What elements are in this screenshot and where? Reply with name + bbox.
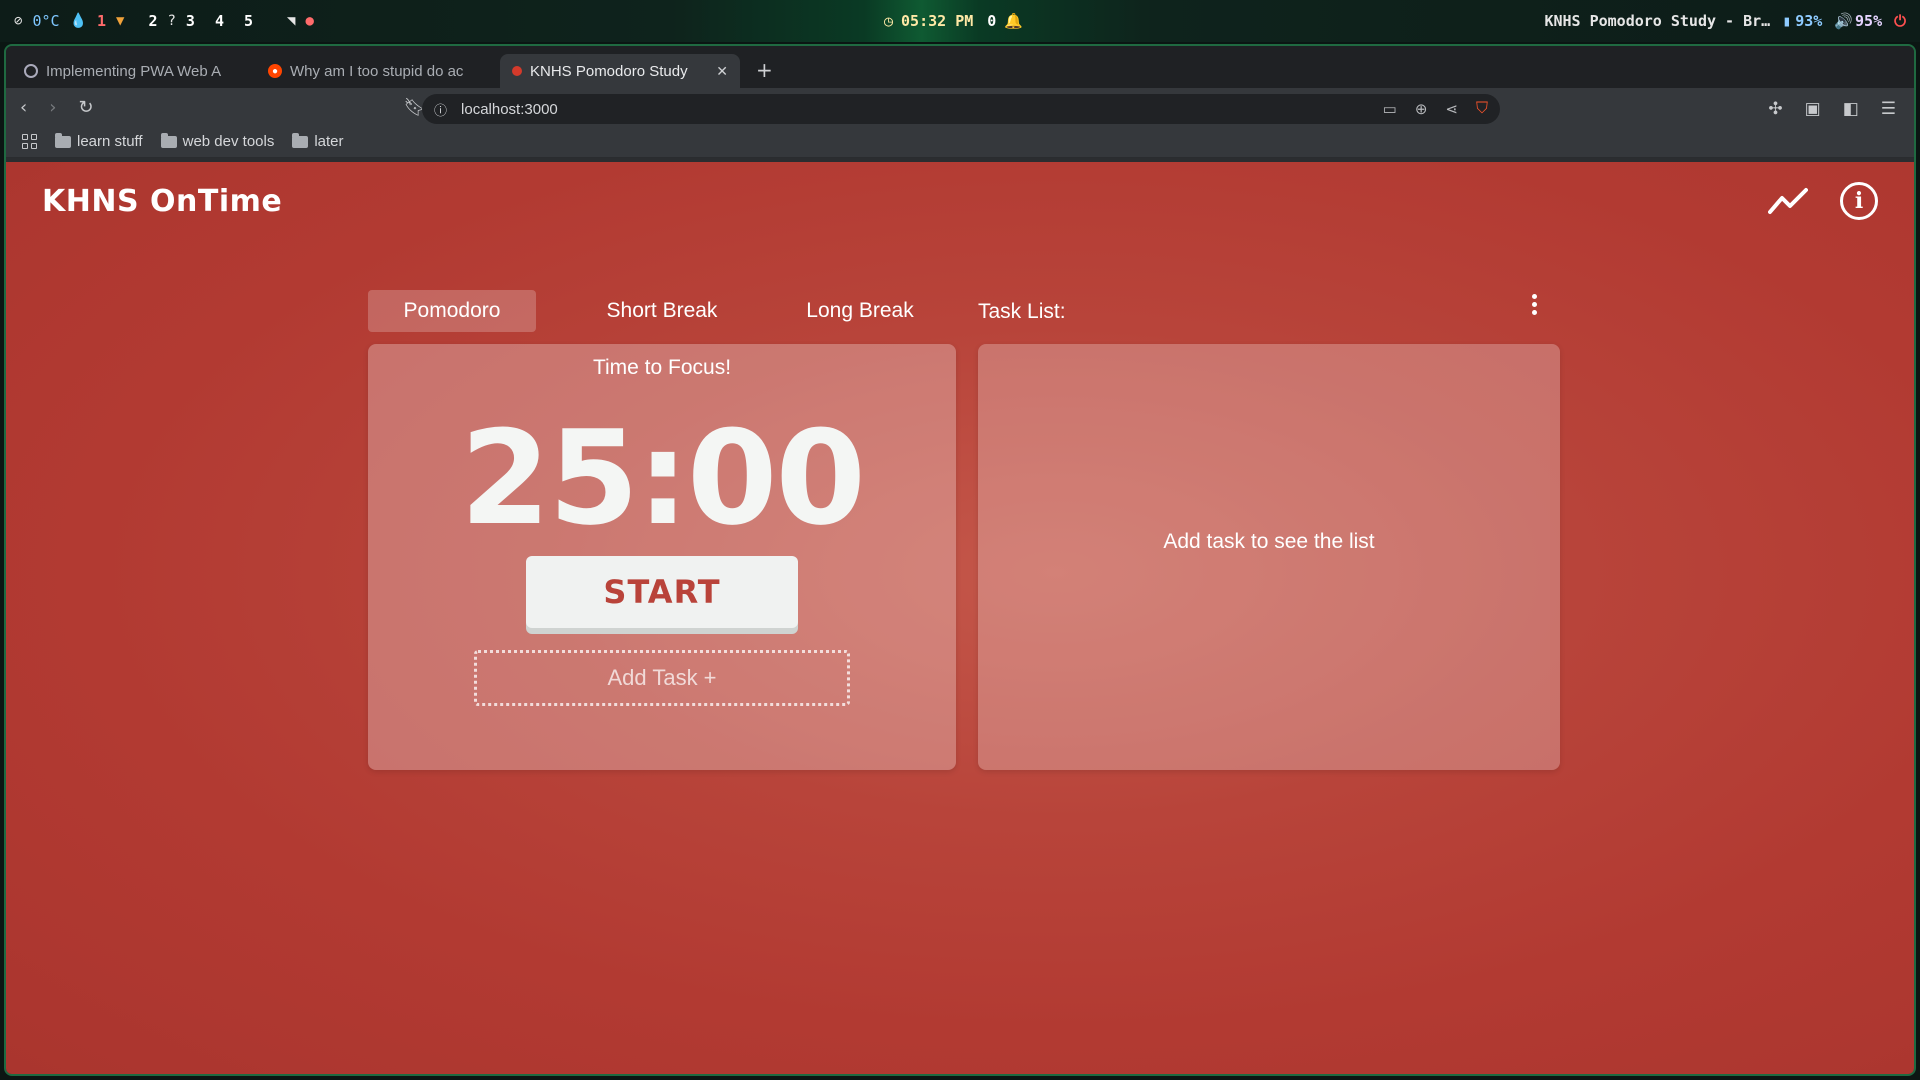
tab-strip: Implementing PWA Web A ● Why am I too st…	[6, 46, 1914, 88]
more-options-icon[interactable]	[1532, 294, 1537, 315]
add-task-button[interactable]: Add Task +	[474, 650, 850, 706]
app-logo[interactable]: KHNS OnTime	[42, 184, 282, 219]
workspace-4[interactable]: 4	[215, 12, 224, 30]
apps-grid-icon[interactable]	[22, 134, 37, 149]
task-list-panel: Add task to see the list	[978, 344, 1560, 770]
volume-icon[interactable]: 🔊	[1834, 12, 1853, 30]
eye-off-icon[interactable]: ⊘	[14, 13, 22, 29]
reddit-icon: ●	[268, 64, 282, 78]
timer-card: Time to Focus! 25:00 START Add Task +	[368, 344, 956, 770]
reload-icon[interactable]: ↻	[78, 97, 93, 118]
workspace-1[interactable]: 1	[97, 12, 106, 30]
tab-reddit[interactable]: ● Why am I too stupid do ac	[256, 54, 496, 88]
window-title: KNHS Pomodoro Study - Br…	[1544, 12, 1771, 30]
power-icon[interactable]: ⏻	[1894, 12, 1906, 30]
task-list-title: Task List:	[978, 300, 1066, 323]
timer-mode-tabs: Pomodoro Short Break Long Break	[368, 290, 986, 332]
bookmark-folder-learn[interactable]: learn stuff	[55, 132, 143, 150]
temperature: 0°C	[32, 12, 60, 30]
extensions-icon[interactable]: ✣	[1768, 99, 1782, 119]
tab-pomodoro-mode[interactable]: Pomodoro	[368, 290, 536, 332]
battery-icon: ▮	[1782, 12, 1792, 30]
tab-short-break[interactable]: Short Break	[578, 290, 746, 332]
bookmarks-bar: learn stuff web dev tools later	[6, 126, 1914, 158]
clock[interactable]: 05:32 PM	[901, 12, 973, 30]
browser-window: Implementing PWA Web A ● Why am I too st…	[4, 44, 1916, 1076]
bookmark-label: learn stuff	[77, 133, 143, 150]
wifi-icon[interactable]: ◥	[287, 13, 295, 29]
forward-icon[interactable]: ›	[49, 97, 56, 118]
info-icon[interactable]: i	[1840, 182, 1878, 220]
droplet-icon: 💧	[69, 13, 87, 29]
folder-icon	[55, 132, 71, 148]
cast-icon[interactable]: ▭	[1383, 100, 1397, 118]
bell-icon[interactable]: 🔔	[1004, 12, 1023, 30]
bookmark-folder-webdev[interactable]: web dev tools	[160, 132, 275, 150]
menu-icon[interactable]: ☰	[1881, 99, 1896, 119]
help-circle-icon: ?	[167, 13, 176, 29]
timer-display: 25:00	[460, 402, 866, 554]
volume-level: 95%	[1855, 12, 1883, 30]
task-list-empty-message: Add task to see the list	[1163, 530, 1375, 553]
workspace-5[interactable]: 5	[244, 12, 253, 30]
bookmark-folder-later[interactable]: later	[292, 132, 344, 150]
address-bar[interactable]: ⓘ localhost:3000 ▭ ⊕ ⋖ ⛉	[422, 94, 1500, 124]
site-info-icon[interactable]: ⓘ	[434, 100, 447, 119]
bookmark-label: later	[314, 133, 344, 150]
system-bar: ⊘ 0°C 💧 1 ▼ 2 ? 3 4 5 ◥ ● ◷ 05:32 PM 0 🔔…	[0, 0, 1920, 42]
sidebar-icon[interactable]: ◧	[1843, 99, 1859, 119]
tab-long-break[interactable]: Long Break	[776, 290, 944, 332]
pomodoro-page: KHNS OnTime i Pomodoro Short Break Long …	[6, 162, 1914, 1074]
new-tab-button[interactable]: +	[744, 58, 785, 88]
tab-title: Implementing PWA Web A	[46, 62, 222, 80]
bookmark-label: web dev tools	[182, 133, 275, 150]
tab-pwa[interactable]: Implementing PWA Web A	[12, 54, 252, 88]
statistics-icon[interactable]	[1768, 186, 1808, 216]
zoom-icon[interactable]: ⊕	[1415, 100, 1428, 118]
tab-pomodoro[interactable]: KNHS Pomodoro Study ✕	[500, 54, 740, 88]
battery-level: 93%	[1795, 12, 1823, 30]
tomato-favicon-icon	[512, 66, 522, 76]
tab-title: Why am I too stupid do ac	[290, 62, 464, 80]
tab-title: KNHS Pomodoro Study	[530, 62, 688, 80]
back-icon[interactable]: ‹	[20, 97, 27, 118]
clock-icon: ◷	[884, 12, 894, 30]
start-button[interactable]: START	[526, 556, 798, 628]
notification-count: 0	[987, 12, 997, 30]
workspace-3[interactable]: 3	[186, 12, 195, 30]
site-favicon-icon	[24, 64, 38, 78]
share-icon[interactable]: ⋖	[1445, 100, 1458, 118]
header-actions: i	[1768, 182, 1878, 220]
folder-icon	[292, 132, 309, 148]
workspace-2[interactable]: 2	[148, 12, 157, 30]
wallet-icon[interactable]: ▣	[1805, 99, 1821, 119]
close-tab-icon[interactable]: ✕	[716, 63, 728, 80]
brave-shields-icon[interactable]: ⛉	[1476, 100, 1488, 118]
mic-muted-icon[interactable]: ●	[305, 13, 313, 29]
url-text[interactable]: localhost:3000	[461, 101, 558, 118]
focus-message: Time to Focus!	[592, 356, 732, 379]
folder-icon	[160, 132, 177, 148]
brave-lion-icon: ▼	[116, 13, 125, 29]
